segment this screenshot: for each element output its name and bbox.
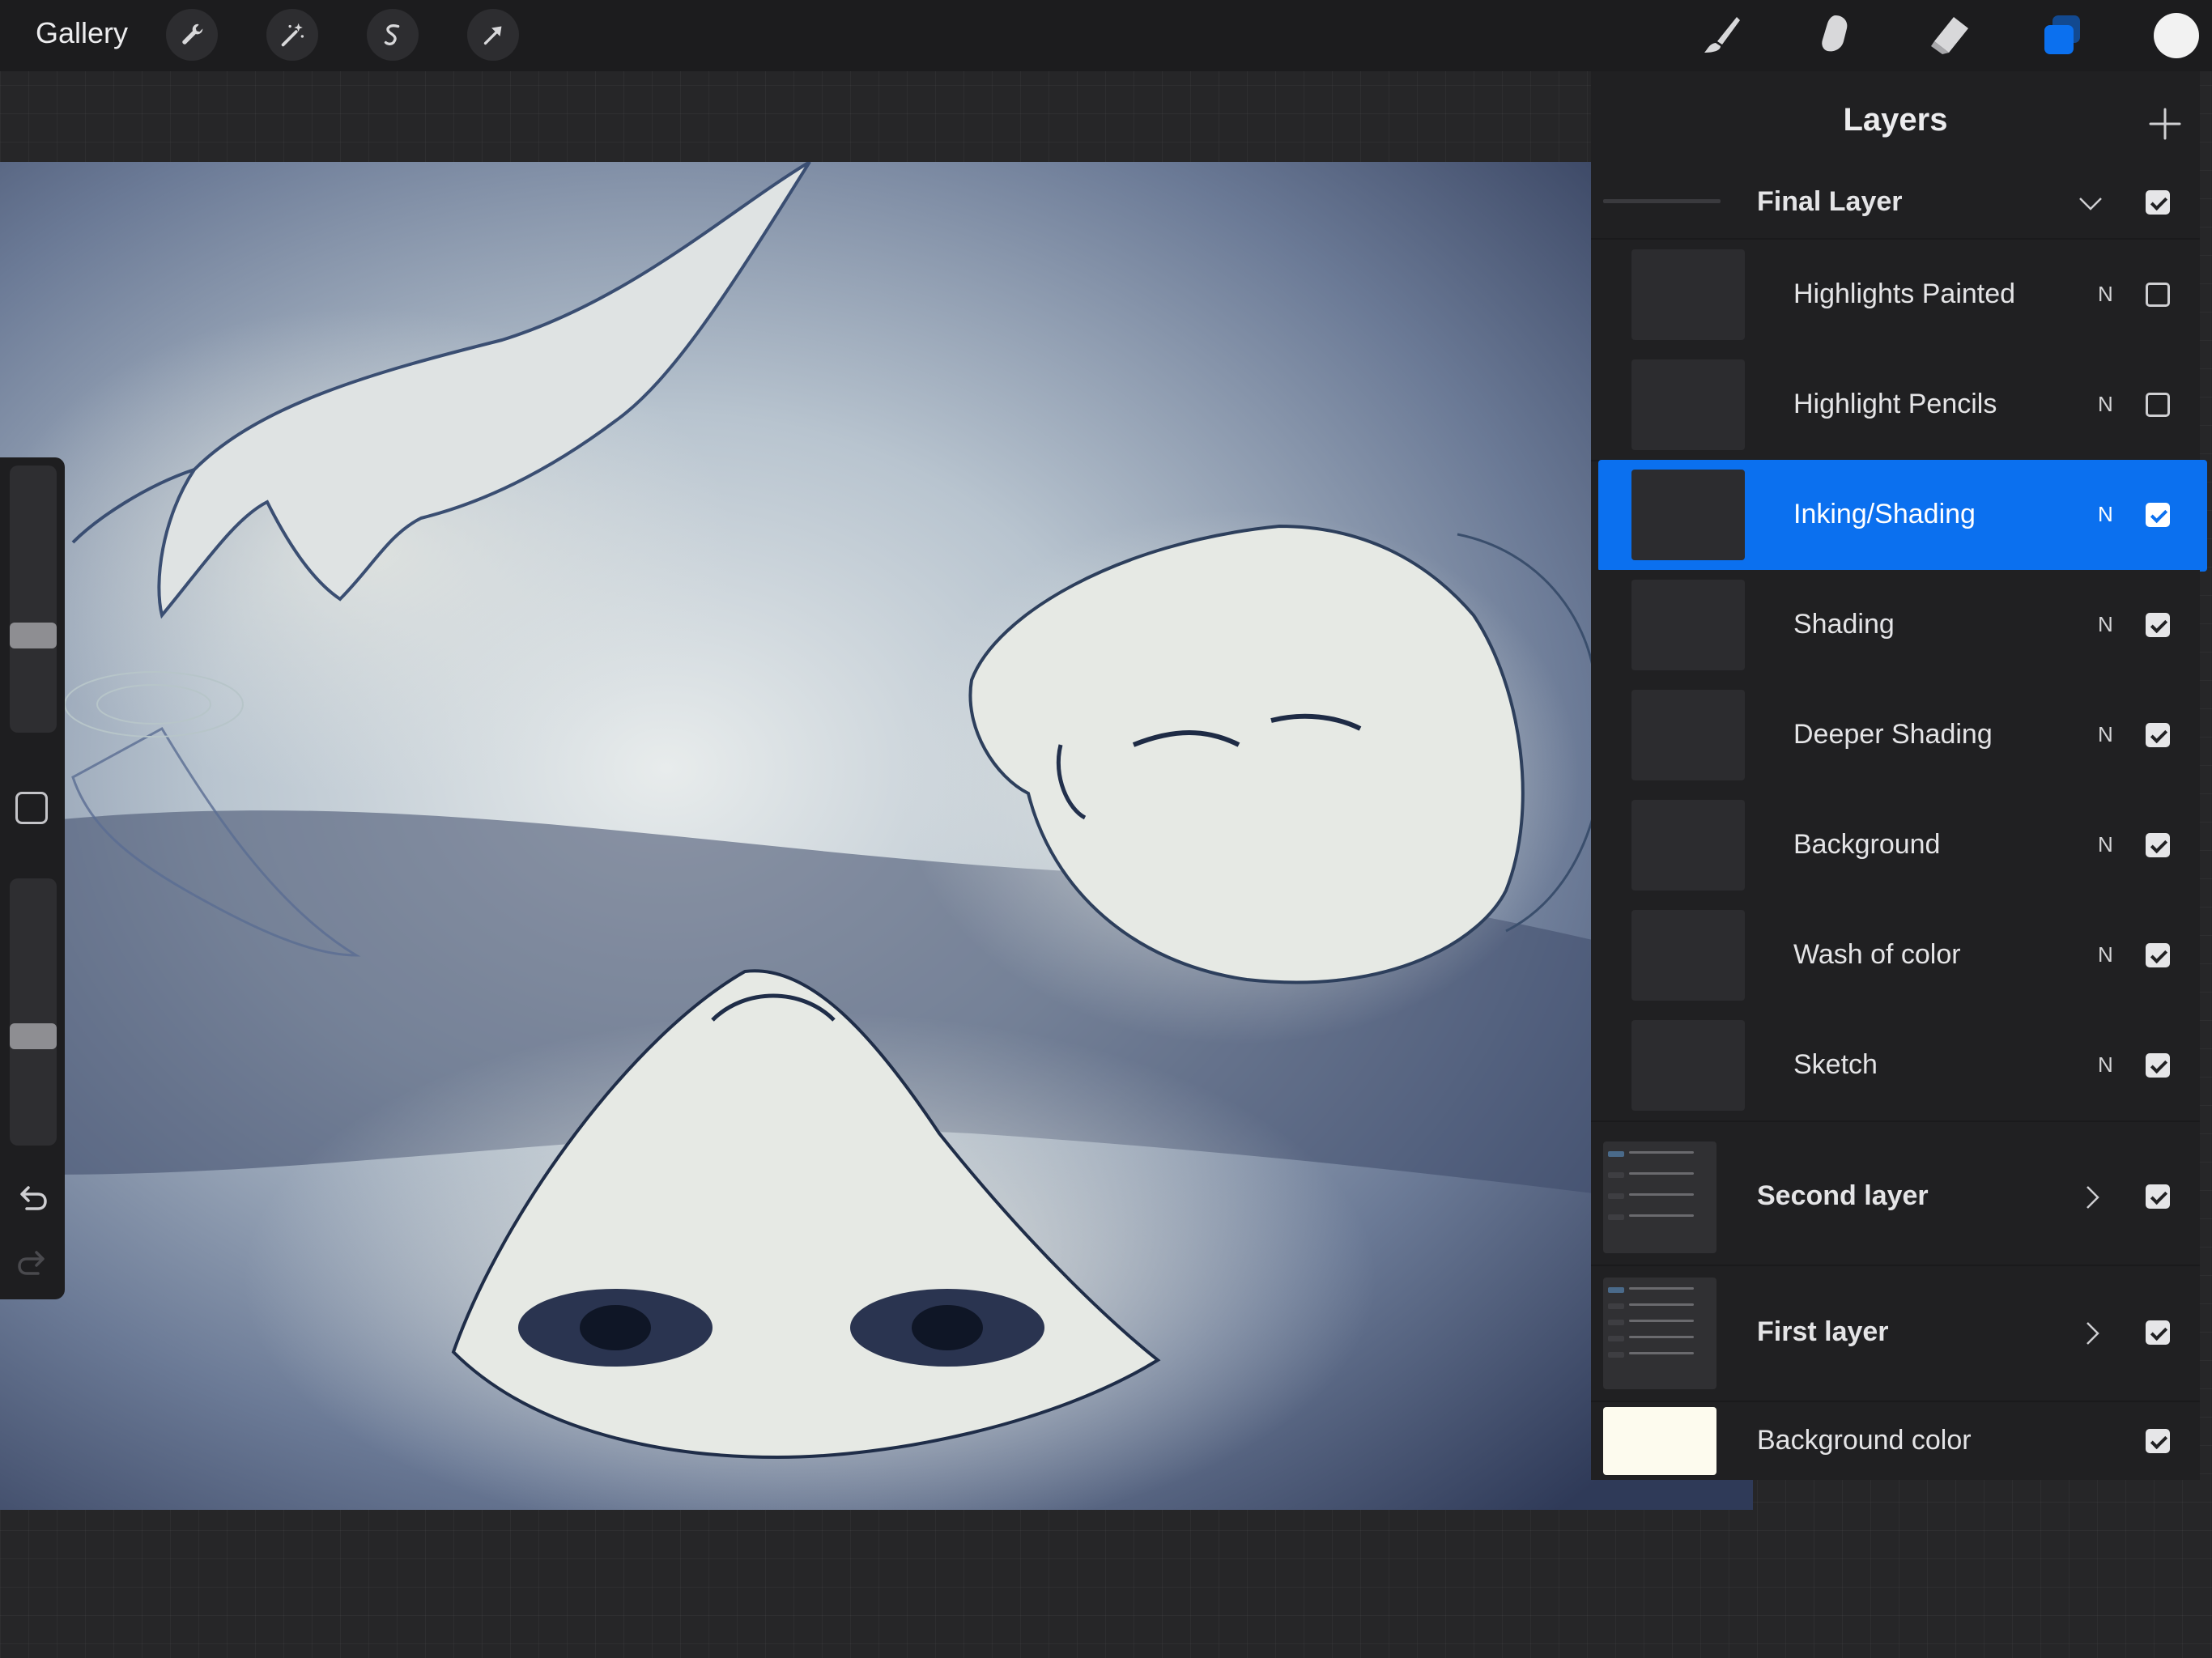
blend-mode-button[interactable]: N (2098, 942, 2113, 967)
layers-icon (2044, 15, 2080, 54)
background-color-layer[interactable]: Background color (1591, 1402, 2200, 1480)
layer-visibility-checkbox[interactable] (2146, 503, 2170, 527)
layer-thumbnail (1631, 1020, 1745, 1111)
brush-icon (1704, 17, 1740, 53)
layer-visibility-checkbox[interactable] (2146, 1320, 2170, 1345)
group-thumbnail (1603, 199, 1721, 203)
chevron-right-icon[interactable] (2078, 1184, 2106, 1211)
layer-group-name: Final Layer (1757, 186, 1903, 217)
layer-visibility-checkbox[interactable] (2146, 613, 2170, 637)
blend-mode-button[interactable]: N (2098, 832, 2113, 857)
selection-button[interactable] (367, 9, 419, 61)
layers-tool-button[interactable] (2035, 8, 2089, 62)
background-color-swatch[interactable] (1603, 1407, 1716, 1475)
layer-name: Shading (1793, 609, 1895, 640)
blend-mode-button[interactable]: N (2098, 1052, 2113, 1078)
layer-name: Background (1793, 829, 1941, 860)
layer-group-final-layer[interactable]: Final Layer (1591, 167, 2200, 240)
layer-thumbnail (1631, 580, 1745, 670)
layer-row[interactable]: Sketch N (1591, 1010, 2200, 1122)
layer-group-name: First layer (1757, 1316, 1889, 1347)
brush-tool-button[interactable] (1695, 8, 1749, 62)
layer-visibility-checkbox[interactable] (2146, 723, 2170, 747)
actions-button[interactable] (166, 9, 218, 61)
eraser-tool-button[interactable] (1922, 8, 1976, 62)
layer-row[interactable]: Shading N (1591, 570, 2200, 682)
layer-thumbnail (1631, 800, 1745, 891)
layer-name: Inking/Shading (1793, 499, 1976, 529)
layer-visibility-checkbox[interactable] (2146, 283, 2170, 307)
layer-row[interactable]: Wash of color N (1591, 900, 2200, 1012)
layer-thumbnail (1631, 249, 1745, 340)
layer-name: Sketch (1793, 1049, 1878, 1080)
undo-icon[interactable] (12, 1178, 53, 1218)
group-thumbnail (1603, 1141, 1716, 1253)
layer-row[interactable]: Highlights Painted N (1591, 240, 2200, 351)
group-thumbnail (1603, 1278, 1716, 1389)
layer-row[interactable]: Inking/Shading N (1598, 460, 2207, 572)
layer-group-second-layer[interactable]: Second layer (1591, 1130, 2200, 1266)
add-layer-icon[interactable] (2146, 105, 2184, 142)
blend-mode-button[interactable]: N (2098, 502, 2113, 527)
layer-name: Highlight Pencils (1793, 389, 1997, 419)
blend-mode-button[interactable]: N (2098, 612, 2113, 637)
opacity-slider-thumb[interactable] (10, 1022, 57, 1049)
left-sidebar (0, 457, 65, 1299)
layer-row[interactable]: Background N (1591, 790, 2200, 902)
drawing-canvas[interactable] (0, 162, 1753, 1510)
brush-size-slider[interactable] (10, 466, 57, 733)
chevron-right-icon[interactable] (2078, 1320, 2106, 1347)
layer-thumbnail (1631, 690, 1745, 780)
layer-thumbnail (1631, 359, 1745, 450)
layer-visibility-checkbox[interactable] (2146, 943, 2170, 967)
opacity-slider[interactable] (10, 878, 57, 1146)
layer-thumbnail (1631, 470, 1745, 560)
layer-thumbnail (1631, 910, 1745, 1001)
layers-panel: Layers Final Layer Highlights Painted N Hi… (1591, 71, 2207, 1480)
blend-mode-button[interactable]: N (2098, 282, 2113, 307)
gallery-button[interactable]: Gallery (36, 16, 128, 50)
layer-visibility-checkbox[interactable] (2146, 393, 2170, 417)
smudge-icon (1822, 15, 1848, 52)
layer-visibility-checkbox[interactable] (2146, 1053, 2170, 1078)
transform-arrow-icon (483, 26, 502, 45)
blend-mode-button[interactable]: N (2098, 392, 2113, 417)
layer-visibility-checkbox[interactable] (2146, 1429, 2170, 1453)
artwork (0, 162, 1753, 1510)
brush-size-slider-thumb[interactable] (10, 622, 57, 648)
layer-name: Wash of color (1793, 939, 1961, 970)
modify-button[interactable] (15, 792, 48, 824)
color-picker-button[interactable] (2154, 13, 2199, 58)
layer-name: Background color (1757, 1425, 1972, 1456)
blend-mode-button[interactable]: N (2098, 722, 2113, 747)
transform-button[interactable] (467, 9, 519, 61)
layer-group-first-layer[interactable]: First layer (1591, 1266, 2200, 1402)
wrench-icon (182, 23, 203, 45)
layer-name: Highlights Painted (1793, 278, 2016, 309)
layer-visibility-checkbox[interactable] (2146, 190, 2170, 215)
redo-icon[interactable] (12, 1243, 53, 1283)
layer-row[interactable]: Deeper Shading N (1591, 680, 2200, 792)
adjustments-button[interactable] (266, 9, 318, 61)
layer-visibility-checkbox[interactable] (2146, 1184, 2170, 1209)
layer-row[interactable]: Highlight Pencils N (1591, 350, 2200, 461)
smudge-tool-button[interactable] (1809, 8, 1862, 62)
eraser-icon (1931, 17, 1968, 54)
selection-s-icon (384, 24, 400, 45)
layers-panel-title: Layers (1843, 102, 1948, 138)
layer-name: Deeper Shading (1793, 719, 1993, 750)
layer-group-name: Second layer (1757, 1180, 1929, 1211)
chevron-down-icon[interactable] (2077, 189, 2104, 217)
layer-visibility-checkbox[interactable] (2146, 833, 2170, 857)
top-toolbar: Gallery (0, 0, 2212, 71)
magic-wand-icon (281, 23, 304, 47)
